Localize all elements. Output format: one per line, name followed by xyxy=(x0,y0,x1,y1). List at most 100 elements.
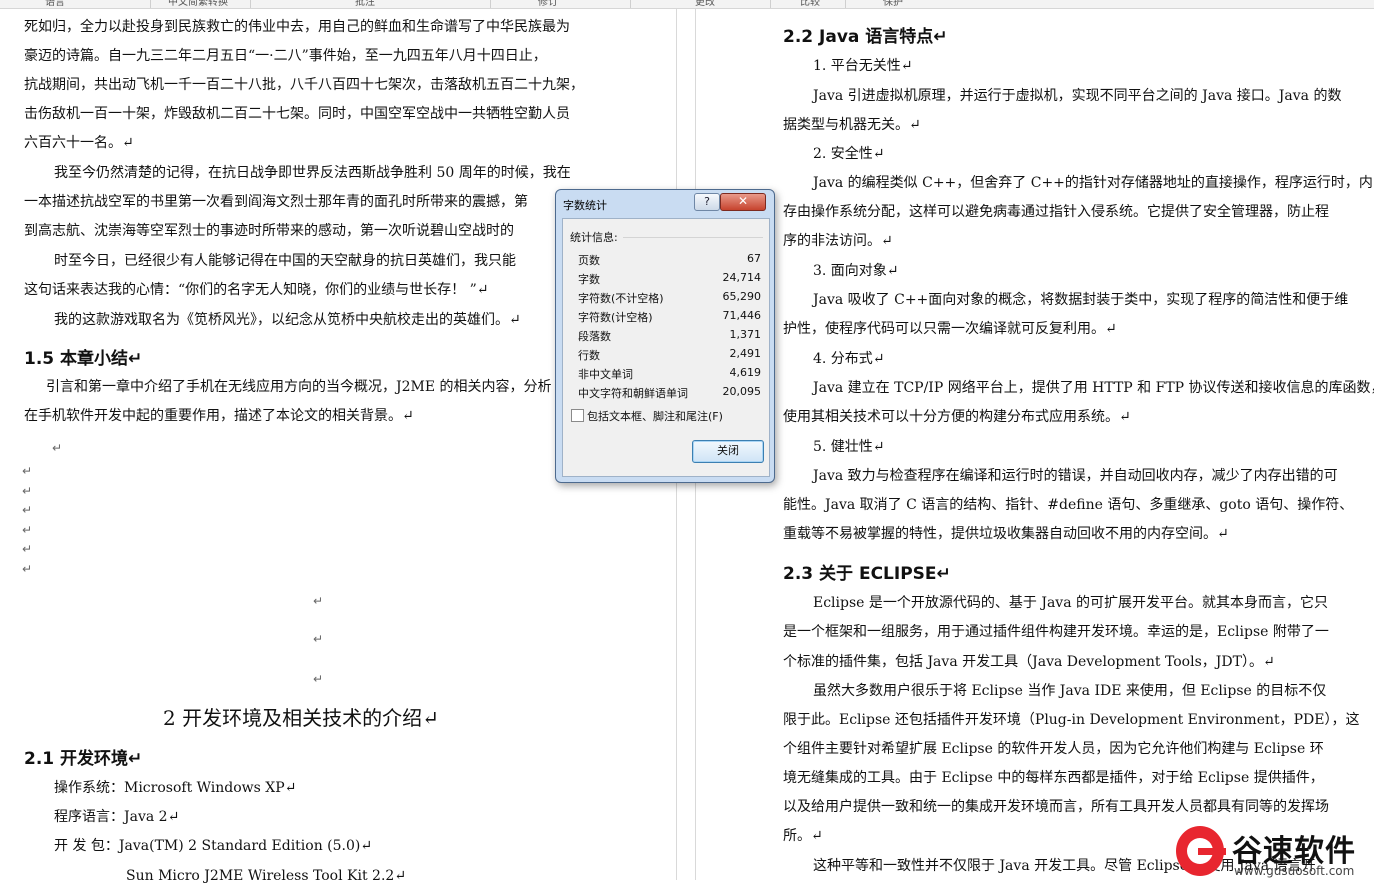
body-text-line: 存由操作系统分配，这样可以避免病毒通过指针入侵系统。它提供了安全管理器，防止程 xyxy=(783,204,1329,220)
body-text-line: 能性。Java 取消了 C 语言的结构、指针、#define 语句、多重继承、g… xyxy=(783,497,1354,513)
body-text-line: 所。↵ xyxy=(783,828,823,844)
section-heading-2-3: 2.3 关于 ECLIPSE↵ xyxy=(783,564,951,584)
body-text-line: Java 致力与检查程序在编译和运行时的错误，并自动回收内存，减少了内存出错的可 xyxy=(813,468,1338,484)
stat-label: 字符数(不计空格) xyxy=(578,292,664,305)
stat-row-lines: 行数 2,491 xyxy=(578,344,761,363)
paragraph-mark: ↵ xyxy=(22,503,33,517)
ribbon-group-compare[interactable]: 比较 xyxy=(800,0,820,8)
body-text-line: Java 的编程类似 C++，但舍弃了 C++的指针对存储器地址的直接操作，程序… xyxy=(813,175,1373,191)
body-text-line: 是一个框架和一组服务，用于通过插件组件构建开发环境。幸运的是，Eclipse 附… xyxy=(783,624,1329,640)
env-line: 操作系统：Microsoft Windows XP↵ xyxy=(54,780,297,796)
body-text-line: 护性，使程序代码可以只需一次编译就可反复利用。↵ xyxy=(783,321,1117,337)
stat-row-chars-no-spaces: 字符数(不计空格) 65,290 xyxy=(578,287,761,306)
body-text-line: 这句话来表达我的心情：“你们的名字无人知晓，你们的业绩与世长存！ ”↵ xyxy=(24,282,489,298)
body-text-line: Eclipse 是一个开放源代码的、基于 Java 的可扩展开发平台。就其本身而… xyxy=(813,595,1329,611)
stat-value: 67 xyxy=(747,252,761,265)
site-watermark: 谷速软件 www.gusuosoft.com xyxy=(1176,826,1374,880)
body-text-line: 序的非法访问。↵ xyxy=(783,233,893,249)
env-line: Sun Micro J2ME Wireless Tool Kit 2.2↵ xyxy=(126,868,407,884)
stat-row-cjk-chars: 中文字符和朝鲜语单词 20,095 xyxy=(578,382,761,401)
dialog-title: 字数统计 xyxy=(563,199,607,212)
watermark-url: www.gusuosoft.com xyxy=(1234,864,1355,878)
ribbon-separator xyxy=(845,0,846,8)
body-text-line: 4. 分布式↵ xyxy=(813,351,885,367)
paragraph-mark: ↵ xyxy=(22,464,33,478)
stat-value: 4,619 xyxy=(729,366,762,379)
help-button[interactable]: ? xyxy=(694,193,720,211)
stat-row-chars-with-spaces: 字符数(计空格) 71,446 xyxy=(578,306,761,325)
body-text-line: 使用其相关技术可以十分方便的构建分布式应用系统。↵ xyxy=(783,409,1131,425)
stat-row-non-chinese-words: 非中文单词 4,619 xyxy=(578,363,761,382)
body-text-line: 六百六十一名。↵ xyxy=(24,135,134,151)
paragraph-mark: ↵ xyxy=(52,441,63,455)
stat-label: 非中文单词 xyxy=(578,368,633,381)
paragraph-mark: ↵ xyxy=(22,542,33,556)
stat-value: 24,714 xyxy=(722,271,762,284)
paragraph-mark: ↵ xyxy=(22,562,33,576)
ribbon-group-protect[interactable]: 保护 xyxy=(883,0,903,8)
chapter-title: 2 开发环境及相关技术的介绍↵ xyxy=(163,706,439,730)
stat-label: 中文字符和朝鲜语单词 xyxy=(578,387,688,400)
body-text-line: Java 吸收了 C++面向对象的概念，将数据封装于类中，实现了程序的简洁性和便… xyxy=(813,292,1349,308)
ribbon-group-changes[interactable]: 更改 xyxy=(695,0,715,8)
section-heading-2-2: 2.2 Java 语言特点↵ xyxy=(783,27,948,47)
body-text-line: Java 建立在 TCP/IP 网络平台上，提供了用 HTTP 和 FTP 协议… xyxy=(813,380,1374,396)
ribbon-group-tracking[interactable]: 修订 xyxy=(538,0,558,8)
include-textboxes-checkbox[interactable] xyxy=(571,409,584,422)
dialog-body: 统计信息: 页数 67 字数 24,714 字符数(不计空格) 65,290 字… xyxy=(562,218,770,477)
body-text-line: 虽然大多数用户很乐于将 Eclipse 当作 Java IDE 来使用，但 Ec… xyxy=(813,683,1327,699)
body-text-line: 境无缝集成的工具。由于 Eclipse 中的每样东西都是插件，对于给 Eclip… xyxy=(783,770,1324,786)
body-text-line: 个标准的插件集，包括 Java 开发工具（Java Development To… xyxy=(783,654,1275,670)
body-text-line: 我至今仍然清楚的记得，在抗日战争即世界反法西斯战争胜利 50 周年的时候，我在 xyxy=(54,165,571,181)
body-text-line: 我的这款游戏取名为《笕桥风光》，以纪念从笕桥中央航校走出的英雄们。↵ xyxy=(54,312,521,328)
section-heading-2-1: 2.1 开发环境↵ xyxy=(24,749,143,769)
body-text-line: 3. 面向对象↵ xyxy=(813,263,899,279)
stat-value: 65,290 xyxy=(722,290,762,303)
body-text-line: 抗战期间，共出动飞机一千一百二十八批，八千八百四十七架次，击落敌机五百二十九架， xyxy=(24,77,584,93)
body-text-line: 在手机软件开发中起的重要作用，描述了本论文的相关背景。↵ xyxy=(24,408,414,424)
ribbon-group-comments[interactable]: 批注 xyxy=(355,0,375,8)
body-text-line: 重载等不易被掌握的特性，提供垃圾收集器自动回收不用的内存空间。↵ xyxy=(783,526,1229,542)
paragraph-mark: ↵ xyxy=(313,594,324,608)
ribbon-group-chinese-conversion[interactable]: 中文简繁转换 xyxy=(168,0,228,8)
stat-label: 字符数(计空格) xyxy=(578,311,653,324)
body-text-line: 5. 健壮性↵ xyxy=(813,439,885,455)
stat-row-pages: 页数 67 xyxy=(578,249,761,268)
body-text-line: 以及给用户提供一致和统一的集成开发环境而言，所有工具开发人员都具有同等的发挥场 xyxy=(783,799,1329,815)
include-textboxes-label[interactable]: 包括文本框、脚注和尾注(F) xyxy=(587,408,723,424)
body-text-line: 击伤敌机一百一十架，炸毁敌机二百二十七架。同时，中国空军空战中一共牺牲空勤人员 xyxy=(24,106,570,122)
body-text-line: Java 引进虚拟机原理，并运行于虚拟机，实现不同平台之间的 Java 接口。J… xyxy=(813,88,1342,104)
ribbon-group-language[interactable]: 语言 xyxy=(45,0,65,8)
stat-label: 段落数 xyxy=(578,330,611,343)
ribbon-separator xyxy=(630,0,631,8)
env-line: 开 发 包：Java(TM) 2 Standard Edition (5.0)↵ xyxy=(54,838,373,854)
stat-row-words: 字数 24,714 xyxy=(578,268,761,287)
paragraph-mark: ↵ xyxy=(313,632,324,646)
body-text-line: 死如归，全力以赴投身到民族救亡的伟业中去，用自己的鲜血和生命谱写了中华民族最为 xyxy=(24,19,570,35)
body-text-line: 引言和第一章中介绍了手机在无线应用方向的当今概况，J2ME 的相关内容，分析 xyxy=(46,379,552,395)
body-text-line: 1. 平台无关性↵ xyxy=(813,58,913,74)
body-text-line: 时至今日，已经很少有人能够记得在中国的天空献身的抗日英雄们，我只能 xyxy=(54,253,516,269)
stat-row-paragraphs: 段落数 1,371 xyxy=(578,325,761,344)
body-text-line: 个组件主要针对希望扩展 Eclipse 的软件开发人员，因为它允许他们构建与 E… xyxy=(783,741,1324,757)
ribbon-separator xyxy=(490,0,491,8)
body-text-line: 到高志航、沈崇海等空军烈士的事迹时所带来的感动，第一次听说碧山空战时的 xyxy=(24,223,514,239)
group-divider xyxy=(623,237,763,238)
dialog-close-x-button[interactable]: ✕ xyxy=(720,193,766,211)
statistics-group-label: 统计信息: xyxy=(570,231,618,244)
ribbon-separator xyxy=(770,0,771,8)
stat-value: 71,446 xyxy=(722,309,762,322)
body-text-line: 一本描述抗战空军的书里第一次看到阎海文烈士那年青的面孔时所带来的震撼，第 xyxy=(24,194,528,210)
stat-value: 20,095 xyxy=(722,385,762,398)
ribbon-separator xyxy=(250,0,251,8)
stat-label: 页数 xyxy=(578,254,600,267)
body-text-line: 2. 安全性↵ xyxy=(813,146,885,162)
section-heading-1-5: 1.5 本章小结↵ xyxy=(24,349,143,369)
stat-value: 2,491 xyxy=(729,347,762,360)
word-count-dialog[interactable]: 字数统计 ? ✕ 统计信息: 页数 67 字数 24,714 字符数(不计空格)… xyxy=(555,189,775,483)
ribbon-strip: 语言 中文简繁转换 批注 修订 更改 比较 保护 xyxy=(0,0,1374,9)
paragraph-mark: ↵ xyxy=(22,523,33,537)
close-button[interactable]: 关闭 xyxy=(692,440,764,463)
paragraph-mark: ↵ xyxy=(22,484,33,498)
body-text-line: 豪迈的诗篇。自一九三二年二月五日“一·二八”事件始，至一九四五年八月十四日止， xyxy=(24,48,547,64)
